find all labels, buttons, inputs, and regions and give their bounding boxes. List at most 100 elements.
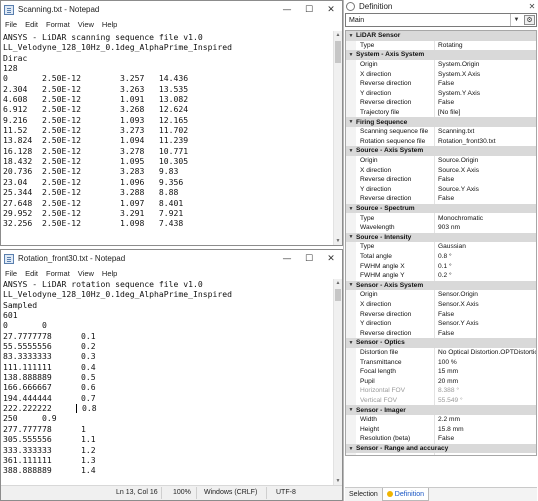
property-value[interactable]: False (436, 195, 536, 202)
scroll-down-icon[interactable]: ▼ (334, 477, 342, 485)
property-value[interactable]: False (436, 80, 536, 87)
property-row[interactable]: Total angle 0.8 ° (346, 251, 536, 262)
property-category[interactable]: ▼ Sensor - Optics (346, 338, 536, 348)
chevron-down-icon[interactable]: ▼ (510, 14, 522, 26)
property-row[interactable]: Type Monochromatic (346, 213, 536, 223)
property-value[interactable]: Rotating (436, 42, 536, 49)
text-editor[interactable]: ANSYS - LiDAR rotation sequence file v1.… (3, 279, 333, 485)
menu-format[interactable]: Format (46, 20, 70, 29)
property-value[interactable]: 0.8 ° (436, 253, 536, 260)
property-category[interactable]: ▼ Firing Sequence (346, 117, 536, 127)
property-value[interactable]: False (436, 176, 536, 183)
maximize-button[interactable]: ☐ (298, 250, 320, 267)
property-row[interactable]: X direction System.X Axis (346, 69, 536, 79)
property-row[interactable]: Transmittance 100 % (346, 357, 536, 367)
property-row[interactable]: Resolution (beta) False (346, 434, 536, 444)
property-value[interactable]: Source.Y Axis (436, 186, 536, 193)
property-category[interactable]: ▼ Source - Spectrum (346, 203, 536, 214)
minimize-button[interactable]: — (276, 250, 298, 267)
collapse-icon[interactable]: ▼ (346, 446, 356, 452)
menu-help[interactable]: Help (102, 269, 117, 278)
property-row[interactable]: Distortion file No Optical Distortion.OPT… (346, 347, 536, 358)
property-value[interactable]: Gaussian (436, 243, 536, 250)
collapse-icon[interactable]: ▼ (346, 407, 356, 413)
property-category[interactable]: ▼ System - Axis System (346, 50, 536, 60)
property-value[interactable]: 55.549 ° (436, 397, 536, 404)
collapse-icon[interactable]: ▼ (346, 119, 356, 125)
scroll-up-icon[interactable]: ▲ (334, 279, 342, 287)
property-value[interactable]: Scanning.txt (436, 128, 536, 135)
scroll-thumb[interactable] (335, 289, 341, 301)
property-row[interactable]: Reverse direction False (346, 98, 536, 108)
collapse-icon[interactable]: ▼ (346, 52, 356, 58)
property-category[interactable]: ▼ Sensor - Axis System (346, 280, 536, 291)
menu-view[interactable]: View (78, 269, 94, 278)
property-value[interactable]: 15.8 mm (436, 426, 536, 433)
close-button[interactable]: ✕ (320, 1, 342, 18)
property-value[interactable]: Sensor.Origin (436, 291, 536, 298)
property-row[interactable]: X direction Source.X Axis (346, 165, 536, 175)
collapse-icon[interactable]: ▼ (346, 234, 356, 240)
property-value[interactable]: 8.388 ° (436, 387, 536, 394)
property-value[interactable]: [No file] (436, 109, 536, 116)
property-row[interactable]: Origin Sensor.Origin (346, 290, 536, 300)
property-row[interactable]: Pupil 20 mm (346, 376, 536, 387)
property-value[interactable]: 100 % (436, 359, 536, 366)
property-row[interactable]: FWHM angle Y 0.2 ° (346, 271, 536, 281)
property-row[interactable]: FWHM angle X 0.1 ° (346, 261, 536, 271)
collapse-icon[interactable]: ▼ (346, 148, 356, 154)
property-value[interactable]: 0.2 ° (436, 272, 536, 279)
property-value[interactable]: Monochromatic (436, 215, 536, 222)
property-row[interactable]: Y direction Source.Y Axis (346, 184, 536, 195)
menu-edit[interactable]: Edit (25, 269, 38, 278)
vertical-scrollbar[interactable]: ▲ ▼ (333, 279, 342, 485)
property-row[interactable]: Y direction Sensor.Y Axis (346, 319, 536, 329)
property-row[interactable]: Wavelength 903 nm (346, 223, 536, 233)
property-category[interactable]: ▼ Source - Axis System (346, 146, 536, 156)
property-row[interactable]: Type Gaussian (346, 242, 536, 252)
property-category[interactable]: ▼ Sensor - Imager (346, 405, 536, 415)
property-value[interactable]: 20 mm (436, 378, 536, 385)
property-row[interactable]: Reverse direction False (346, 175, 536, 185)
property-value[interactable]: 100 mm (436, 455, 536, 456)
property-row[interactable]: Trajectory file [No file] (346, 107, 536, 118)
property-row[interactable]: Horizontal FOV 8.388 ° (346, 386, 536, 396)
property-row[interactable]: Vertical FOV 55.549 ° (346, 395, 536, 406)
property-value[interactable]: 15 mm (436, 368, 536, 375)
property-row[interactable]: Reverse direction False (346, 194, 536, 204)
menu-edit[interactable]: Edit (25, 20, 38, 29)
maximize-button[interactable]: ☐ (298, 1, 320, 18)
property-row[interactable]: Y direction System.Y Axis (346, 88, 536, 99)
property-category[interactable]: ▼ LiDAR Sensor (346, 31, 536, 41)
menu-file[interactable]: File (5, 20, 17, 29)
property-value[interactable]: 2.2 mm (436, 416, 536, 423)
menu-file[interactable]: File (5, 269, 17, 278)
property-value[interactable]: Sensor.Y Axis (436, 320, 536, 327)
text-editor[interactable]: ANSYS - LiDAR scanning sequence file v1.… (3, 32, 333, 245)
property-value[interactable]: Source.Origin (436, 157, 536, 164)
property-row[interactable]: Origin Source.Origin (346, 155, 536, 166)
feature-selector[interactable]: Main ▼ ⚙ (345, 13, 537, 27)
property-value[interactable]: False (436, 99, 536, 106)
property-value[interactable]: 903 nm (436, 224, 536, 231)
property-value[interactable]: Rotation_front30.txt (436, 138, 536, 145)
property-value[interactable]: Source.X Axis (436, 167, 536, 174)
property-row[interactable]: Type Rotating (346, 40, 536, 51)
property-value[interactable]: No Optical Distortion.OPTDistortion (436, 349, 536, 356)
scroll-up-icon[interactable]: ▲ (334, 31, 342, 39)
property-value[interactable]: System.Origin (436, 61, 536, 68)
property-row[interactable]: Reverse direction False (346, 79, 536, 89)
property-row[interactable]: Height 15.8 mm (346, 424, 536, 435)
tab-definition[interactable]: Definition (381, 488, 429, 501)
scroll-down-icon[interactable]: ▼ (334, 237, 342, 245)
scroll-thumb[interactable] (335, 41, 341, 63)
vertical-scrollbar[interactable]: ▲ ▼ (333, 31, 342, 245)
property-category[interactable]: ▼ Sensor - Range and accuracy (346, 443, 536, 454)
menu-help[interactable]: Help (102, 20, 117, 29)
property-category[interactable]: ▼ Source - Intensity (346, 232, 536, 243)
collapse-icon[interactable]: ▼ (346, 33, 356, 39)
property-value[interactable]: False (436, 330, 536, 337)
property-row[interactable]: Reverse direction False (346, 328, 536, 339)
minimize-button[interactable]: — (276, 1, 298, 18)
property-row[interactable]: Start 100 mm (346, 453, 536, 456)
